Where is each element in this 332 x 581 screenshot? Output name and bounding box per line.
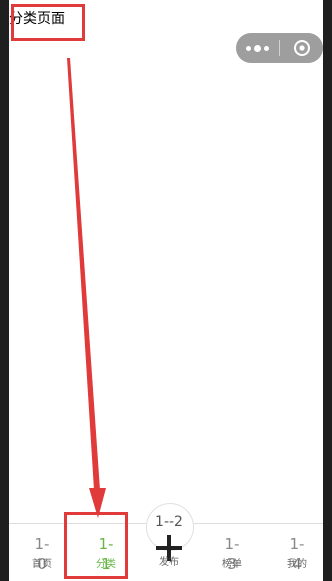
annotation-arrow [67, 58, 106, 518]
